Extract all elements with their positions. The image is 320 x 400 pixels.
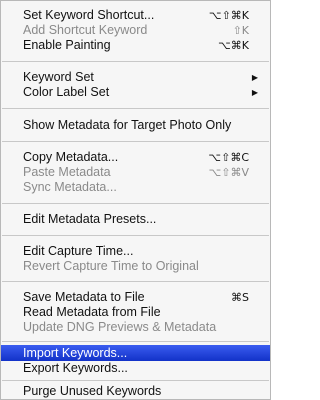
menu-item-shortcut: ⌥⇧⌘K	[208, 9, 249, 22]
triangle-right-icon: ▶	[251, 73, 258, 82]
menu-item-label: Set Keyword Shortcut...	[23, 8, 155, 22]
menu-item-edit-metadata-presets[interactable]: Edit Metadata Presets...	[1, 212, 270, 227]
menu-item-label: Show Metadata for Target Photo Only	[23, 118, 232, 132]
menu-item-export-keywords[interactable]: Export Keywords...	[1, 361, 270, 376]
triangle-right-icon: ▶	[251, 88, 258, 97]
menu-item-import-keywords[interactable]: Import Keywords...	[1, 345, 270, 361]
menu-item-color-label-set[interactable]: Color Label Set ▶	[1, 85, 270, 100]
menu-item-save-metadata-to-file[interactable]: Save Metadata to File ⌘S	[1, 290, 270, 305]
menu-separator	[2, 380, 269, 381]
menu-item-label: Edit Capture Time...	[23, 244, 134, 258]
menu-item-label: Import Keywords...	[23, 346, 128, 360]
menu-item-revert-capture-time[interactable]: Revert Capture Time to Original	[1, 259, 270, 274]
menu-item-label: Edit Metadata Presets...	[23, 212, 157, 226]
menu-item-keyword-set[interactable]: Keyword Set ▶	[1, 70, 270, 85]
menu-item-label: Update DNG Previews & Metadata	[23, 320, 217, 334]
menu-item-label: Color Label Set	[23, 85, 110, 99]
menu-separator	[2, 281, 269, 282]
menu-item-shortcut: ⇧K	[232, 24, 249, 37]
menu-separator	[2, 341, 269, 342]
menu-item-label: Keyword Set	[23, 70, 94, 84]
menu-item-label: Export Keywords...	[23, 361, 128, 375]
menu-item-read-metadata-from-file[interactable]: Read Metadata from File	[1, 305, 270, 320]
menu-item-purge-unused-keywords[interactable]: Purge Unused Keywords	[1, 384, 270, 399]
menu-separator	[2, 108, 269, 109]
menu-item-label: Save Metadata to File	[23, 290, 145, 304]
metadata-menu: Set Keyword Shortcut... ⌥⇧⌘K Add Shortcu…	[0, 0, 271, 400]
menu-item-label: Copy Metadata...	[23, 150, 119, 164]
menu-item-copy-metadata[interactable]: Copy Metadata... ⌥⇧⌘C	[1, 150, 270, 165]
menu-item-shortcut: ⌥⇧⌘C	[208, 151, 249, 164]
menu-separator	[2, 61, 269, 62]
menu-item-label: Enable Painting	[23, 38, 111, 52]
menu-item-set-keyword-shortcut[interactable]: Set Keyword Shortcut... ⌥⇧⌘K	[1, 8, 270, 23]
menu-item-sync-metadata[interactable]: Sync Metadata...	[1, 180, 270, 195]
menu-item-update-dng-previews[interactable]: Update DNG Previews & Metadata	[1, 320, 270, 335]
menu-separator	[2, 141, 269, 142]
menu-item-enable-painting[interactable]: Enable Painting ⌥⌘K	[1, 38, 270, 53]
menu-item-edit-capture-time[interactable]: Edit Capture Time...	[1, 244, 270, 259]
menu-item-label: Add Shortcut Keyword	[23, 23, 148, 37]
menu-item-label: Read Metadata from File	[23, 305, 161, 319]
menu-item-show-metadata-target-photo[interactable]: Show Metadata for Target Photo Only	[1, 118, 270, 133]
menu-item-label: Paste Metadata	[23, 165, 111, 179]
menu-item-label: Revert Capture Time to Original	[23, 259, 199, 273]
menu-item-label: Purge Unused Keywords	[23, 384, 162, 398]
menu-separator	[2, 203, 269, 204]
menu-item-shortcut: ⌥⌘K	[218, 39, 249, 52]
menu-item-add-shortcut-keyword[interactable]: Add Shortcut Keyword ⇧K	[1, 23, 270, 38]
menu-item-label: Sync Metadata...	[23, 180, 117, 194]
menu-separator	[2, 235, 269, 236]
menu-item-shortcut: ⌥⇧⌘V	[208, 166, 249, 179]
menu-item-shortcut: ⌘S	[231, 291, 249, 304]
menu-item-paste-metadata[interactable]: Paste Metadata ⌥⇧⌘V	[1, 165, 270, 180]
